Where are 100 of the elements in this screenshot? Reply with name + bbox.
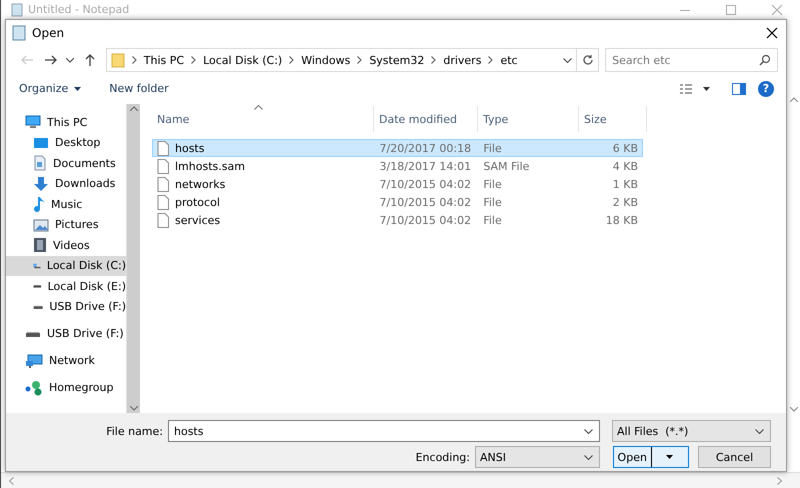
sidebar-item[interactable]: USB Drive (F:): [6, 296, 126, 317]
table-cell-text: 7/20/2017 00:18: [378, 142, 472, 154]
caret-icon: [666, 455, 674, 459]
breadcrumb-link[interactable]: System32: [369, 54, 424, 66]
breadcrumb-link[interactable]: drivers: [443, 54, 482, 66]
scroll-down-icon[interactable]: [790, 407, 798, 412]
scroll-up-icon[interactable]: [790, 97, 798, 102]
file-icon: [157, 140, 169, 156]
new-folder-button[interactable]: New folder: [109, 82, 169, 95]
sidebar-item[interactable]: Local Disk (E:): [6, 276, 126, 296]
scroll-up-icon[interactable]: [130, 106, 138, 111]
caret-icon[interactable]: [584, 429, 593, 434]
up-arrow-icon[interactable]: [84, 53, 95, 67]
chevron-icon: [431, 56, 436, 64]
table-cell-text: 7/10/2015 04:02: [378, 214, 472, 226]
search-field[interactable]: Search etc: [605, 48, 778, 72]
sidebar-item[interactable]: Desktop: [6, 132, 126, 153]
maximize-icon[interactable]: [724, 4, 738, 16]
network-icon: [25, 352, 43, 369]
close-icon[interactable]: [766, 26, 778, 38]
document-icon: [33, 155, 47, 172]
file-type-dropdown[interactable]: All Files (*.*): [612, 420, 771, 442]
search-placeholder: Search etc: [612, 54, 672, 66]
file-row[interactable]: protocol 7/10/2015 04:02 File 2 KB: [152, 193, 643, 211]
file-name: protocol: [175, 196, 220, 208]
dialog-title: Open: [32, 26, 66, 40]
column-header[interactable]: Date modified: [374, 106, 478, 132]
forward-arrow-icon[interactable]: [44, 55, 58, 65]
sidebar-item[interactable]: Local Disk (C:): [6, 256, 126, 276]
refresh-icon[interactable]: [582, 54, 594, 66]
table-cell-text: 7/10/2015 04:02: [378, 196, 472, 208]
music-note-icon: [33, 196, 45, 212]
picture-icon: [33, 218, 49, 232]
sidebar-item[interactable]: USB Drive (F:): [6, 324, 126, 344]
column-header[interactable]: Type: [478, 106, 579, 132]
caret-icon: [74, 86, 82, 90]
field-label: Encoding:: [416, 450, 470, 464]
table-cell-text: File: [482, 178, 503, 190]
table-cell-text: File: [482, 142, 503, 154]
sidebar-item[interactable]: Pictures: [6, 214, 126, 235]
caret-icon[interactable]: [66, 58, 74, 62]
breadcrumb-link[interactable]: This PC: [144, 54, 184, 66]
table-cell-text: 1 KB: [612, 178, 639, 190]
film-icon: [33, 237, 47, 254]
chevron-icon: [132, 56, 137, 64]
scroll-left-icon[interactable]: [9, 476, 14, 484]
field-label: File name:: [106, 424, 163, 438]
scroll-down-icon[interactable]: [130, 406, 138, 411]
caret-icon: [755, 428, 764, 434]
download-arrow-icon: [33, 176, 49, 192]
search-icon: [758, 54, 771, 66]
table-cell-text: File: [482, 196, 503, 208]
column-header[interactable]: Name: [152, 106, 374, 132]
sidebar-item[interactable]: Homegroup: [6, 378, 126, 398]
table-cell-text: 6 KB: [612, 142, 639, 154]
file-name: lmhosts.sam: [175, 160, 245, 172]
file-name-field[interactable]: hosts: [168, 420, 600, 442]
table-cell-text: File: [482, 214, 503, 226]
file-name: services: [175, 214, 220, 226]
caret-icon: [584, 454, 593, 460]
file-row[interactable]: lmhosts.sam 3/18/2017 14:01 SAM File 4 KB: [152, 157, 643, 175]
help-button[interactable]: ?: [758, 80, 774, 96]
notepad-icon: [11, 2, 23, 16]
view-options-icon[interactable]: [679, 82, 693, 94]
sidebar-item[interactable]: Network: [6, 350, 126, 371]
chevron-icon: [488, 56, 494, 64]
caret-icon[interactable]: [563, 58, 572, 62]
column-header[interactable]: Size: [579, 106, 647, 132]
sidebar-item[interactable]: Documents: [6, 153, 126, 174]
open-button[interactable]: Open: [613, 446, 689, 468]
cancel-button[interactable]: Cancel: [698, 446, 771, 468]
sidebar-item[interactable]: This PC: [6, 112, 126, 132]
chevron-icon: [357, 56, 362, 64]
file-row[interactable]: hosts 7/20/2017 00:18 File 6 KB: [152, 139, 643, 157]
folder-icon: [110, 52, 125, 68]
sidebar-item[interactable]: Downloads: [6, 174, 126, 194]
window-title: Untitled - Notepad: [28, 3, 130, 16]
file-row[interactable]: services 7/10/2015 04:02 File 18 KB: [152, 211, 643, 229]
sidebar-item[interactable]: Music: [6, 194, 126, 214]
sidebar-item[interactable]: Videos: [6, 235, 126, 256]
address-bar[interactable]: This PC Local Disk (C:) Windows System32 drivers etc: [106, 48, 600, 72]
preview-pane-icon[interactable]: [732, 82, 746, 94]
table-cell-text: 3/18/2017 14:01: [378, 160, 472, 172]
scrollbar[interactable]: [126, 104, 140, 413]
table-cell-text: 2 KB: [612, 196, 639, 208]
file-row[interactable]: networks 7/10/2015 04:02 File 1 KB: [152, 175, 643, 193]
scroll-right-icon[interactable]: [777, 476, 782, 484]
table-cell-text: 18 KB: [604, 214, 639, 226]
caret-icon[interactable]: [703, 86, 710, 90]
encoding-dropdown[interactable]: ANSI: [475, 446, 600, 468]
file-name: hosts: [175, 142, 204, 154]
breadcrumb-link[interactable]: etc: [500, 54, 518, 66]
homegroup-icon: [25, 380, 43, 396]
file-icon: [157, 212, 169, 228]
file-name: networks: [175, 178, 226, 190]
chevron-icon: [289, 56, 294, 64]
organize-button[interactable]: Organize: [19, 82, 82, 95]
breadcrumb-link[interactable]: Local Disk (C:): [203, 54, 282, 66]
file-icon: [157, 194, 169, 210]
breadcrumb-link[interactable]: Windows: [301, 54, 350, 66]
